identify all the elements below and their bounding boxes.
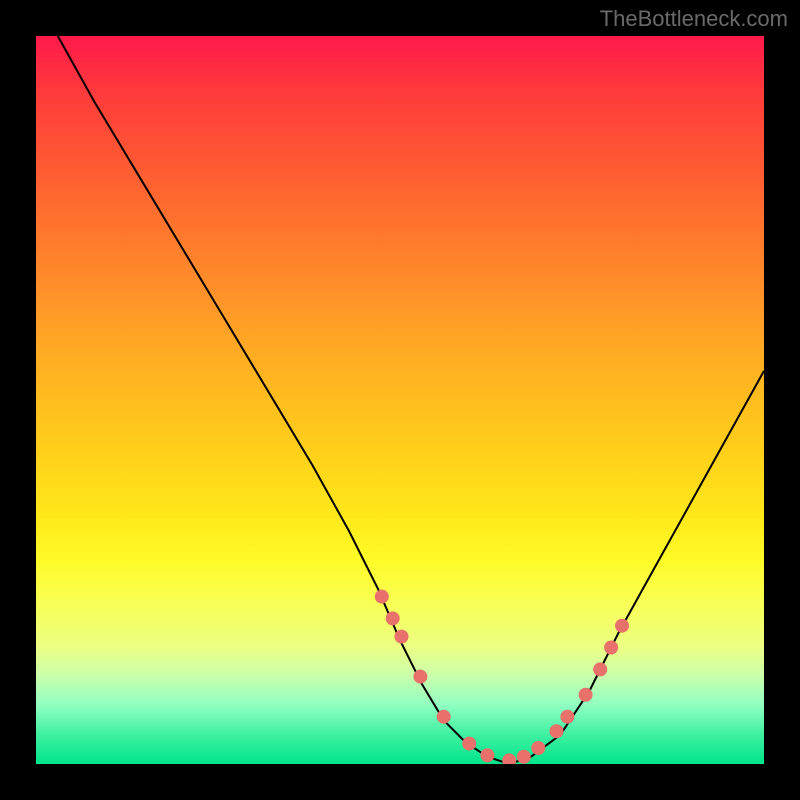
data-dot	[550, 724, 564, 738]
bottleneck-curve	[58, 36, 764, 764]
attribution-label: TheBottleneck.com	[600, 6, 788, 32]
data-dot	[375, 590, 389, 604]
data-dot	[593, 662, 607, 676]
data-dot	[517, 750, 531, 764]
data-dot	[502, 753, 516, 764]
data-dot	[615, 619, 629, 633]
chart-overlay	[36, 36, 764, 764]
data-dot	[579, 688, 593, 702]
data-dot	[560, 710, 574, 724]
data-dot	[462, 737, 476, 751]
data-dot	[386, 611, 400, 625]
data-dot	[413, 670, 427, 684]
chart-area	[36, 36, 764, 764]
data-dots	[375, 590, 629, 764]
data-dot	[437, 710, 451, 724]
data-dot	[531, 741, 545, 755]
data-dot	[480, 748, 494, 762]
data-dot	[395, 630, 409, 644]
data-dot	[604, 641, 618, 655]
